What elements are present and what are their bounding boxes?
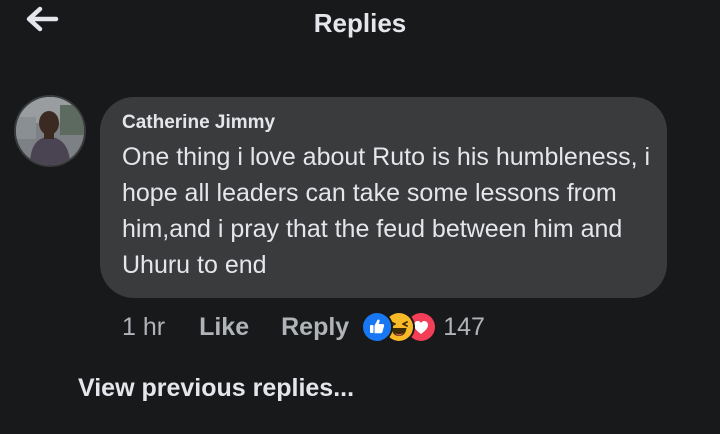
comment-actions: 1 hr Like Reply 147 (122, 309, 485, 345)
reply-button[interactable]: Reply (281, 313, 349, 342)
reactions-summary[interactable]: 147 (363, 313, 485, 342)
page-title: Replies (313, 8, 407, 38)
like-button[interactable]: Like (199, 313, 249, 342)
view-previous-replies-link[interactable]: View previous replies... (78, 374, 354, 403)
reaction-count: 147 (443, 312, 485, 341)
comment-bubble: Catherine Jimmy One thing i love about R… (100, 97, 667, 298)
replies-screen: Replies Catherine Jimmy One thing i love… (0, 0, 720, 434)
comment-text: One thing i love about Ruto is his humbl… (122, 143, 651, 279)
header-bar: Replies (0, 0, 720, 48)
avatar-photo (16, 97, 84, 165)
avatar[interactable] (16, 97, 84, 165)
comment-timestamp[interactable]: 1 hr (122, 313, 165, 342)
like-reaction-icon (363, 313, 392, 341)
comment-author[interactable]: Catherine Jimmy (122, 111, 645, 135)
